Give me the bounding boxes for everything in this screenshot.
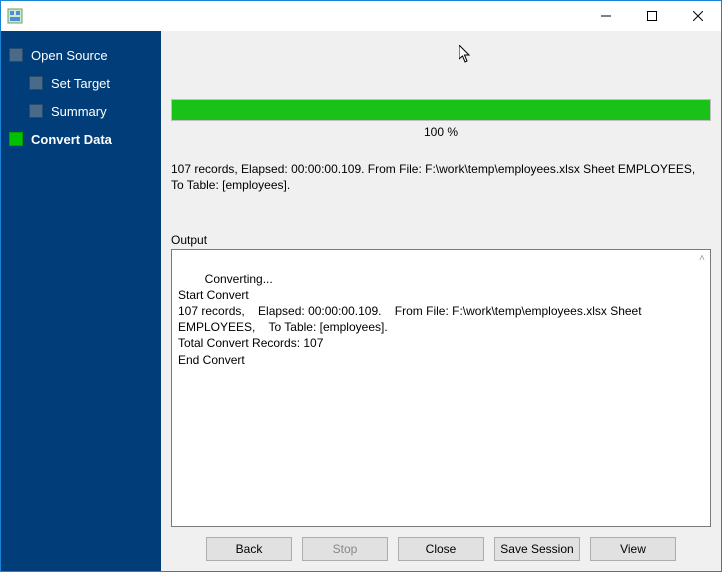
button-row: Back Stop Close Save Session View bbox=[171, 537, 711, 561]
step-status-icon bbox=[9, 48, 23, 62]
output-log-text: Converting... Start Convert 107 records,… bbox=[178, 272, 645, 367]
scroll-up-icon: ˄ bbox=[696, 252, 708, 264]
output-log[interactable]: Converting... Start Convert 107 records,… bbox=[171, 249, 711, 527]
sidebar-item-label: Open Source bbox=[31, 48, 108, 63]
step-status-icon bbox=[29, 104, 43, 118]
back-button[interactable]: Back bbox=[206, 537, 292, 561]
sidebar-item-open-source[interactable]: Open Source bbox=[1, 41, 161, 69]
step-status-icon bbox=[9, 132, 23, 146]
sidebar-item-label: Summary bbox=[51, 104, 107, 119]
maximize-button[interactable] bbox=[629, 1, 675, 31]
sidebar-item-label: Set Target bbox=[51, 76, 110, 91]
step-status-icon bbox=[29, 76, 43, 90]
window-controls bbox=[583, 1, 721, 31]
output-label: Output bbox=[171, 233, 711, 247]
titlebar bbox=[1, 1, 721, 31]
wizard-sidebar: Open Source Set Target Summary Convert D… bbox=[1, 31, 161, 571]
app-icon bbox=[7, 8, 23, 24]
sidebar-item-summary[interactable]: Summary bbox=[1, 97, 161, 125]
main-panel: 100 % 107 records, Elapsed: 00:00:00.109… bbox=[161, 31, 721, 571]
stop-button[interactable]: Stop bbox=[302, 537, 388, 561]
minimize-button[interactable] bbox=[583, 1, 629, 31]
close-window-button[interactable] bbox=[675, 1, 721, 31]
mouse-cursor-icon bbox=[459, 45, 473, 65]
save-session-button[interactable]: Save Session bbox=[494, 537, 580, 561]
status-text: 107 records, Elapsed: 00:00:00.109. From… bbox=[171, 161, 711, 193]
close-button[interactable]: Close bbox=[398, 537, 484, 561]
progress-bar bbox=[171, 99, 711, 121]
sidebar-item-label: Convert Data bbox=[31, 132, 112, 147]
sidebar-item-set-target[interactable]: Set Target bbox=[1, 69, 161, 97]
progress-bar-fill bbox=[172, 100, 710, 120]
view-button[interactable]: View bbox=[590, 537, 676, 561]
sidebar-item-convert-data[interactable]: Convert Data bbox=[1, 125, 161, 153]
progress-percent-label: 100 % bbox=[171, 125, 711, 139]
app-window: Open Source Set Target Summary Convert D… bbox=[0, 0, 722, 572]
